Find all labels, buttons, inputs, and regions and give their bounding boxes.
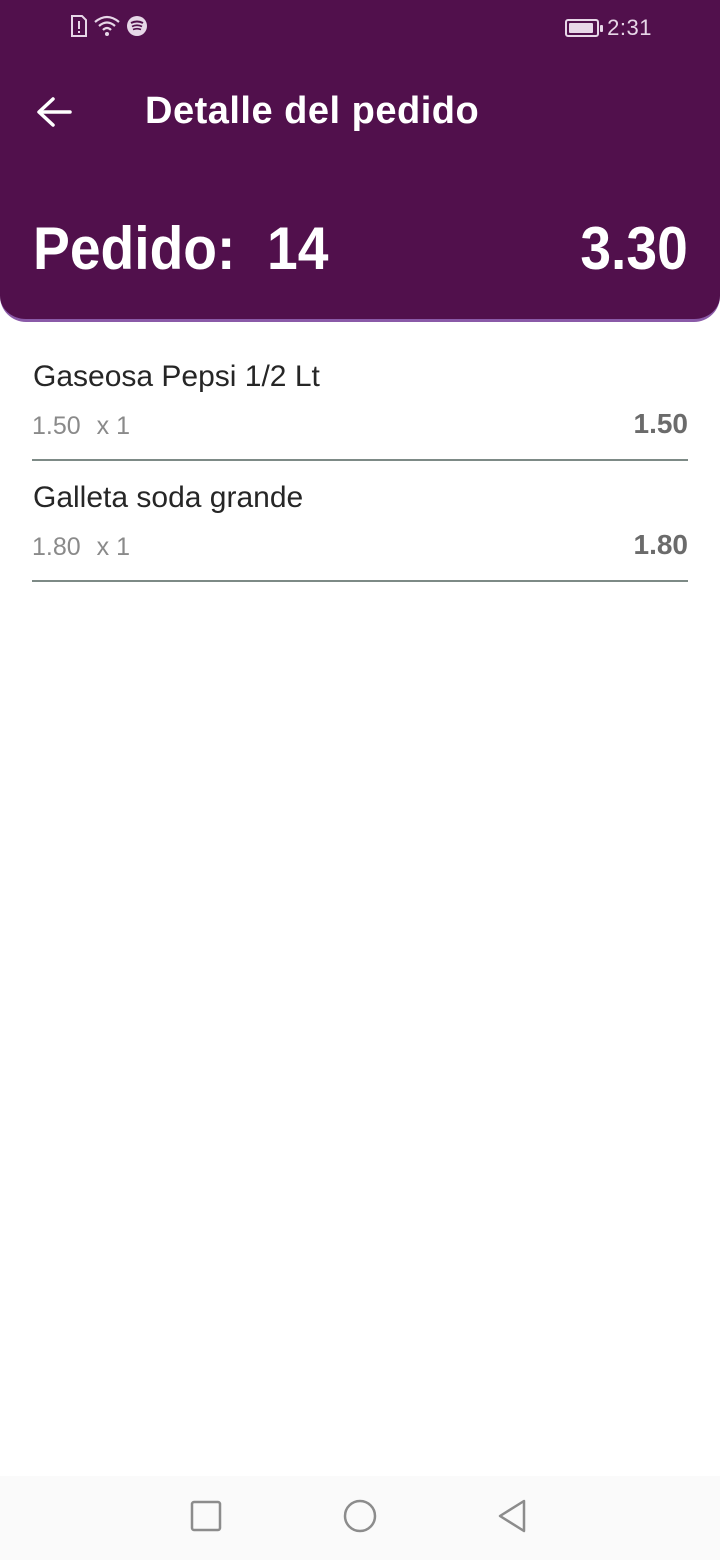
status-bar: 2:31 (0, 0, 720, 56)
square-icon (190, 1500, 222, 1537)
circle-icon (342, 1498, 378, 1539)
item-subtotal: 1.80 (633, 529, 689, 560)
order-total: 3.30 (580, 214, 688, 282)
arrow-left-icon (36, 96, 72, 133)
status-icons-left (70, 14, 148, 42)
item-subtotal: 1.50 (633, 408, 689, 439)
spotify-icon (126, 15, 148, 42)
item-detail: 1.50 x 1 (32, 412, 130, 441)
order-label: Pedido: (33, 214, 236, 282)
status-icons-right: 2:31 (565, 14, 652, 42)
item-name: Galleta soda grande (33, 481, 304, 514)
triangle-back-icon (496, 1499, 528, 1538)
item-quantity: x 1 (96, 533, 131, 561)
list-item[interactable]: Galleta soda grande 1.80 x 1 1.80 (32, 461, 688, 582)
item-unit-price: 1.80 (32, 533, 81, 561)
item-detail: 1.80 x 1 (32, 533, 130, 562)
item-quantity: x 1 (96, 412, 131, 440)
wifi-icon (94, 15, 120, 42)
order-id-wrap: Pedido: 14 (33, 214, 334, 283)
home-button[interactable] (338, 1496, 382, 1540)
back-nav-button[interactable] (490, 1496, 534, 1540)
order-number: 14 (267, 214, 329, 282)
header: 2:31 Detalle del pedido Pedido: 14 3.30 (0, 0, 720, 322)
navigation-bar (0, 1476, 720, 1560)
back-button[interactable] (22, 82, 86, 146)
item-unit-price: 1.50 (32, 412, 81, 440)
list-item[interactable]: Gaseosa Pepsi 1/2 Lt 1.50 x 1 1.50 (32, 340, 688, 461)
status-time: 2:31 (607, 15, 652, 40)
recents-button[interactable] (184, 1496, 228, 1540)
order-items-list: Gaseosa Pepsi 1/2 Lt 1.50 x 1 1.50 Galle… (32, 340, 688, 582)
order-summary: Pedido: 14 3.30 (33, 208, 688, 288)
page-title: Detalle del pedido (145, 90, 480, 132)
sim-alert-icon (70, 14, 88, 42)
battery-level (569, 23, 594, 33)
battery-icon (565, 19, 604, 37)
item-name: Gaseosa Pepsi 1/2 Lt (33, 360, 320, 393)
screen: 2:31 Detalle del pedido Pedido: 14 3.30 (0, 0, 720, 1560)
toolbar: Detalle del pedido (0, 76, 720, 148)
